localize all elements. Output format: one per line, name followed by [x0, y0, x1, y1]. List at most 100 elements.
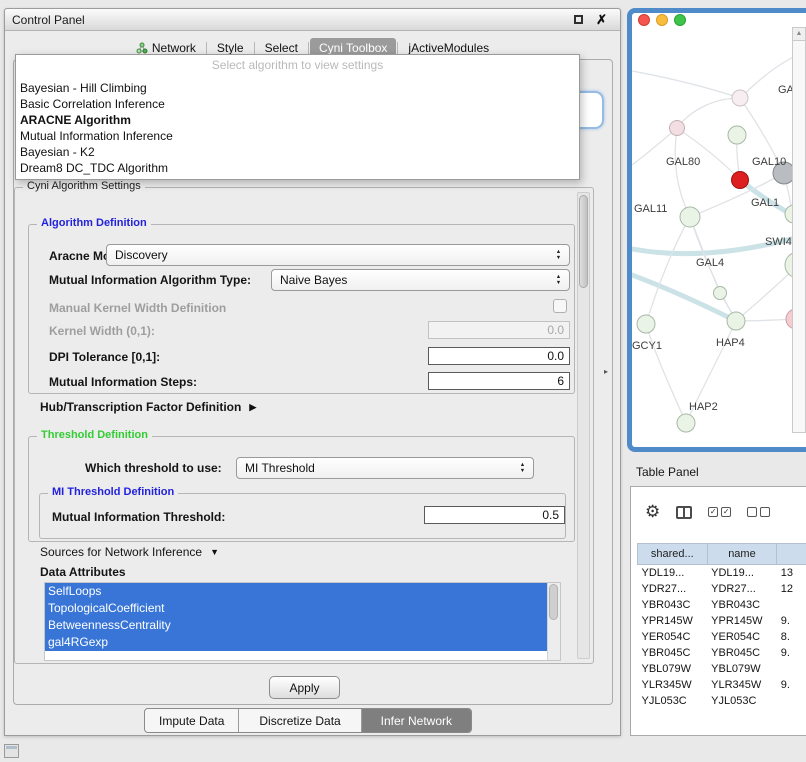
- network-scrollbar[interactable]: ▲: [792, 27, 806, 433]
- table-row[interactable]: YER054CYER054C8.: [638, 629, 806, 645]
- mi-steps-field[interactable]: [428, 372, 570, 390]
- column-header[interactable]: shared...: [638, 544, 708, 565]
- network-edge[interactable]: [646, 217, 690, 324]
- table-cell[interactable]: 9.: [777, 645, 806, 661]
- table-cell[interactable]: YJL053C: [638, 693, 708, 709]
- table-cell[interactable]: YDL19...: [638, 565, 708, 581]
- table-cell[interactable]: 13: [777, 565, 806, 581]
- tab-impute-data[interactable]: Impute Data: [145, 709, 239, 732]
- table-row[interactable]: YDL19...YDL19...13: [638, 565, 806, 581]
- network-canvas[interactable]: GAL8 GAL80 GAL10 GAL11 GAL1 SWI4 GAL4 GC…: [632, 13, 806, 447]
- table-cell[interactable]: YLR345W: [638, 677, 708, 693]
- table-cell[interactable]: YBR043C: [638, 597, 708, 613]
- table-cell[interactable]: YER054C: [707, 629, 777, 645]
- popup-item-dream8[interactable]: Dream8 DC_TDC Algorithm: [16, 160, 579, 176]
- deselect-all-icon[interactable]: [747, 507, 770, 517]
- column-header[interactable]: [777, 544, 806, 565]
- table-cell[interactable]: 12: [777, 581, 806, 597]
- minimize-traffic-light[interactable]: [656, 14, 668, 26]
- table-cell[interactable]: 8.: [777, 629, 806, 645]
- table-cell[interactable]: YLR345W: [707, 677, 777, 693]
- table-row[interactable]: YJL053CYJL053C: [638, 693, 806, 709]
- columns-icon[interactable]: [676, 506, 692, 519]
- column-header[interactable]: name: [707, 544, 777, 565]
- table-cell[interactable]: YBR045C: [707, 645, 777, 661]
- table-cell[interactable]: 9.: [777, 677, 806, 693]
- close-icon[interactable]: ✗: [596, 12, 607, 28]
- attribute-list-scrollbar[interactable]: [547, 583, 560, 660]
- popup-item-bayesian-k2[interactable]: Bayesian - K2: [16, 144, 579, 160]
- attribute-item-topologicalcoefficient[interactable]: TopologicalCoefficient: [45, 600, 547, 617]
- table-row[interactable]: YLR345WYLR345W9.: [638, 677, 806, 693]
- table-cell[interactable]: YBR045C: [638, 645, 708, 661]
- network-node[interactable]: [732, 90, 748, 106]
- table-cell[interactable]: YDL19...: [707, 565, 777, 581]
- scroll-up-icon[interactable]: ▲: [793, 28, 805, 41]
- tab-infer-network[interactable]: Infer Network: [362, 709, 471, 732]
- float-window-icon[interactable]: [574, 15, 583, 24]
- popup-item-mutual-information[interactable]: Mutual Information Inference: [16, 128, 579, 144]
- network-edge[interactable]: [690, 217, 736, 321]
- network-node[interactable]: [677, 414, 695, 432]
- network-node-selected[interactable]: [732, 172, 749, 189]
- network-node[interactable]: [680, 207, 700, 227]
- which-threshold-select[interactable]: MI Threshold ▲▼: [236, 457, 534, 479]
- gear-icon[interactable]: ⚙: [645, 503, 660, 521]
- popup-item-basic-correlation[interactable]: Basic Correlation Inference: [16, 96, 579, 112]
- network-edge[interactable]: [677, 98, 740, 128]
- network-node[interactable]: [714, 287, 727, 300]
- table-cell[interactable]: YDR27...: [707, 581, 777, 597]
- network-node[interactable]: [670, 121, 685, 136]
- network-node[interactable]: [637, 315, 655, 333]
- table-cell[interactable]: YPR145W: [707, 613, 777, 629]
- table-row[interactable]: YBR045CYBR045C9.: [638, 645, 806, 661]
- settings-scrollbar-thumb[interactable]: [579, 195, 588, 288]
- table-cell[interactable]: YER054C: [638, 629, 708, 645]
- table-cell[interactable]: YBL079W: [638, 661, 708, 677]
- network-edge[interactable]: [646, 324, 686, 423]
- control-panel-titlebar[interactable]: Control Panel ✗: [5, 9, 620, 31]
- mi-type-select[interactable]: Naive Bayes ▲▼: [271, 269, 570, 291]
- attribute-list-scrollbar-thumb[interactable]: [549, 584, 558, 620]
- apply-button[interactable]: Apply: [269, 676, 340, 699]
- table-cell[interactable]: YPR145W: [638, 613, 708, 629]
- table-cell[interactable]: YJL053C: [707, 693, 777, 709]
- settings-scrollbar[interactable]: [577, 192, 590, 659]
- popup-item-bayesian-hill-climbing[interactable]: Bayesian - Hill Climbing: [16, 80, 579, 96]
- attribute-item-betweennesscentrality[interactable]: BetweennessCentrality: [45, 617, 547, 634]
- mi-threshold-field[interactable]: [424, 506, 565, 524]
- table-cell[interactable]: [777, 597, 806, 613]
- table-cell[interactable]: YBR043C: [707, 597, 777, 613]
- table-row[interactable]: YBR043CYBR043C: [638, 597, 806, 613]
- table-row[interactable]: YDR27...YDR27...12: [638, 581, 806, 597]
- network-edge[interactable]: [632, 71, 740, 98]
- table-cell[interactable]: [777, 661, 806, 677]
- minimized-window-icon[interactable]: [4, 744, 19, 758]
- network-node[interactable]: [727, 312, 745, 330]
- kernel-width-field[interactable]: [428, 321, 570, 339]
- sources-toggle[interactable]: Sources for Network Inference ▼: [40, 545, 219, 559]
- table-row[interactable]: YBL079WYBL079W: [638, 661, 806, 677]
- table-cell[interactable]: YDR27...: [638, 581, 708, 597]
- attribute-item-selfloops[interactable]: SelfLoops: [45, 583, 547, 600]
- hub-definition-toggle[interactable]: Hub/Transcription Factor Definition ▶: [40, 400, 256, 414]
- checked-box-icon: ✓: [721, 507, 731, 517]
- zoom-traffic-light[interactable]: [674, 14, 686, 26]
- close-traffic-light[interactable]: [638, 14, 650, 26]
- dpi-tolerance-field[interactable]: [428, 347, 570, 365]
- manual-kernel-checkbox[interactable]: [553, 299, 567, 313]
- network-node[interactable]: [728, 126, 746, 144]
- table-cell[interactable]: [777, 693, 806, 709]
- table-row[interactable]: YPR145WYPR145W9.: [638, 613, 806, 629]
- network-edge[interactable]: [675, 128, 690, 217]
- aracne-mode-select[interactable]: Discovery ▲▼: [106, 244, 570, 266]
- tab-discretize-data[interactable]: Discretize Data: [239, 709, 361, 732]
- table-cell[interactable]: 9.: [777, 613, 806, 629]
- manual-kernel-label: Manual Kernel Width Definition: [49, 301, 226, 315]
- splitter-arrow-icon[interactable]: ▸: [604, 367, 608, 376]
- popup-item-aracne[interactable]: ARACNE Algorithm: [16, 112, 579, 128]
- attribute-item-gal4rgexp[interactable]: gal4RGexp: [45, 634, 547, 651]
- node-label: GAL80: [666, 156, 700, 168]
- select-all-icon[interactable]: ✓ ✓: [708, 507, 731, 517]
- table-cell[interactable]: YBL079W: [707, 661, 777, 677]
